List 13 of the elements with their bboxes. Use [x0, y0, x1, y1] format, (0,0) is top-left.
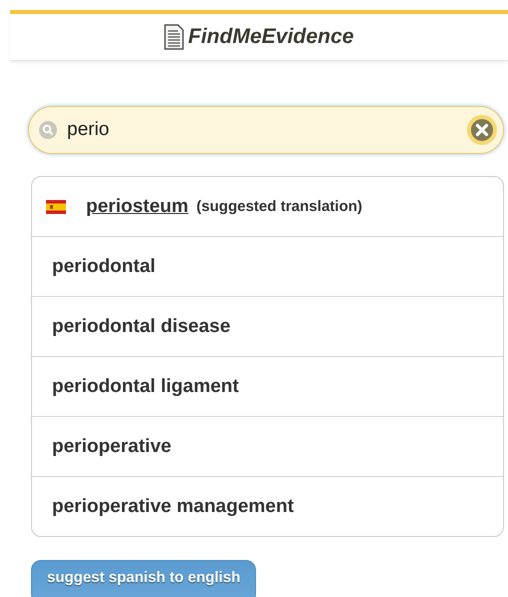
- suggestion-note: (suggested translation): [196, 198, 362, 215]
- suggestion-item[interactable]: perioperative management: [46, 496, 294, 518]
- search-icon: [38, 120, 58, 140]
- suggestion-item[interactable]: perioperative: [46, 436, 172, 458]
- search-field[interactable]: perio: [28, 106, 504, 154]
- suggestion-item[interactable]: periodontal ligament: [46, 376, 239, 398]
- flag-icon: [46, 200, 66, 214]
- suggestion-item[interactable]: periodontal: [46, 256, 156, 278]
- app-title: FindMeEvidence: [188, 25, 354, 49]
- translation-link[interactable]: periosteum: [86, 196, 188, 218]
- clear-icon[interactable]: [466, 114, 498, 146]
- document-icon: [164, 24, 184, 50]
- suggestion-item[interactable]: periodontal disease: [46, 316, 230, 338]
